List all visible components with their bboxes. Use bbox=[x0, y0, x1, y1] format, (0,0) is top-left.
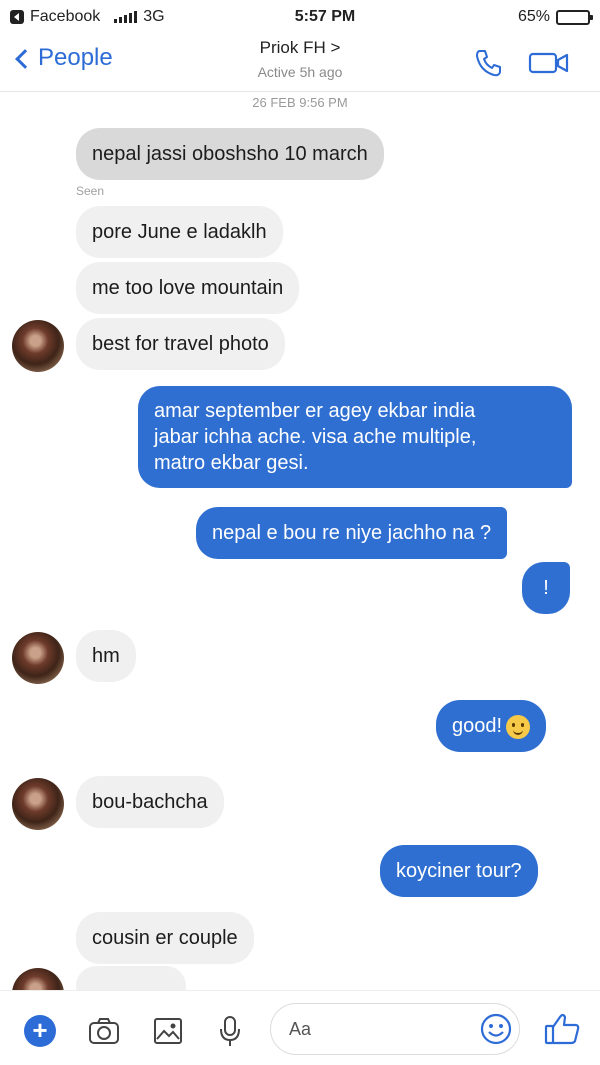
status-time: 5:57 PM bbox=[294, 8, 356, 25]
network-label: 3G bbox=[143, 8, 165, 25]
message-incoming[interactable]: me too love mountain bbox=[76, 262, 300, 314]
seen-label: Seen bbox=[76, 184, 105, 198]
plus-icon[interactable]: + bbox=[24, 1015, 56, 1047]
back-label: People bbox=[38, 44, 113, 71]
like-icon[interactable] bbox=[542, 1009, 582, 1049]
conversation-header: People Priok FH > Active 5h ago bbox=[0, 34, 600, 92]
message-input-wrapper[interactable] bbox=[270, 1003, 520, 1055]
camera-icon[interactable] bbox=[86, 1013, 122, 1049]
message-outgoing[interactable]: nepal e bou re niye jachho na ? bbox=[196, 507, 508, 559]
contact-avatar[interactable] bbox=[12, 320, 64, 372]
emoji-icon[interactable] bbox=[479, 1012, 513, 1046]
message-line: matro ekbar gesi. bbox=[154, 452, 309, 474]
phone-icon[interactable] bbox=[472, 46, 506, 80]
back-to-app-icon[interactable] bbox=[10, 10, 24, 24]
message-incoming[interactable]: pore June e ladaklh bbox=[76, 206, 283, 258]
message-incoming[interactable]: nepal jassi oboshsho 10 march bbox=[76, 128, 384, 180]
conversation-timestamp: 26 FEB 9:56 PM bbox=[252, 95, 348, 110]
message-incoming[interactable]: best for travel photo bbox=[76, 318, 285, 370]
image-icon[interactable] bbox=[150, 1013, 186, 1049]
message-outgoing[interactable]: koyciner tour? bbox=[380, 845, 538, 897]
chevron-left-icon bbox=[15, 49, 35, 69]
message-incoming[interactable]: cousin er couple bbox=[76, 912, 254, 964]
message-composer: + bbox=[0, 990, 600, 1065]
message-line: amar september er agey ekbar india bbox=[154, 400, 476, 422]
message-outgoing[interactable]: ! bbox=[522, 562, 570, 614]
status-right: 65% bbox=[470, 8, 593, 26]
battery-icon bbox=[556, 9, 593, 25]
contact-status: Active 5h ago bbox=[257, 64, 343, 80]
video-call-icon[interactable] bbox=[528, 48, 570, 78]
status-bar: Facebook 3G 5:57 PM 65% bbox=[0, 0, 600, 34]
message-incoming[interactable]: bou-bachcha bbox=[76, 776, 224, 828]
carrier-label: Facebook bbox=[30, 8, 101, 25]
contact-info[interactable]: Priok FH > Active 5h ago bbox=[200, 38, 400, 80]
message-outgoing[interactable]: good! bbox=[436, 700, 547, 752]
smile-emoji-icon bbox=[506, 714, 531, 739]
signal-icon bbox=[114, 11, 138, 23]
battery-percent: 65% bbox=[517, 8, 550, 25]
message-input[interactable] bbox=[289, 1016, 469, 1042]
message-incoming[interactable]: hm bbox=[76, 630, 136, 682]
microphone-icon[interactable] bbox=[212, 1013, 248, 1049]
status-left: Facebook 3G bbox=[10, 8, 230, 26]
contact-avatar[interactable] bbox=[12, 778, 64, 830]
message-text: good! bbox=[452, 715, 503, 737]
message-line: jabar ichha ache. visa ache multiple, bbox=[154, 426, 477, 448]
contact-name: Priok FH > bbox=[259, 38, 341, 57]
message-outgoing[interactable]: amar september er agey ekbar india jabar… bbox=[138, 386, 572, 488]
contact-avatar[interactable] bbox=[12, 632, 64, 684]
back-button[interactable]: People bbox=[15, 44, 113, 72]
